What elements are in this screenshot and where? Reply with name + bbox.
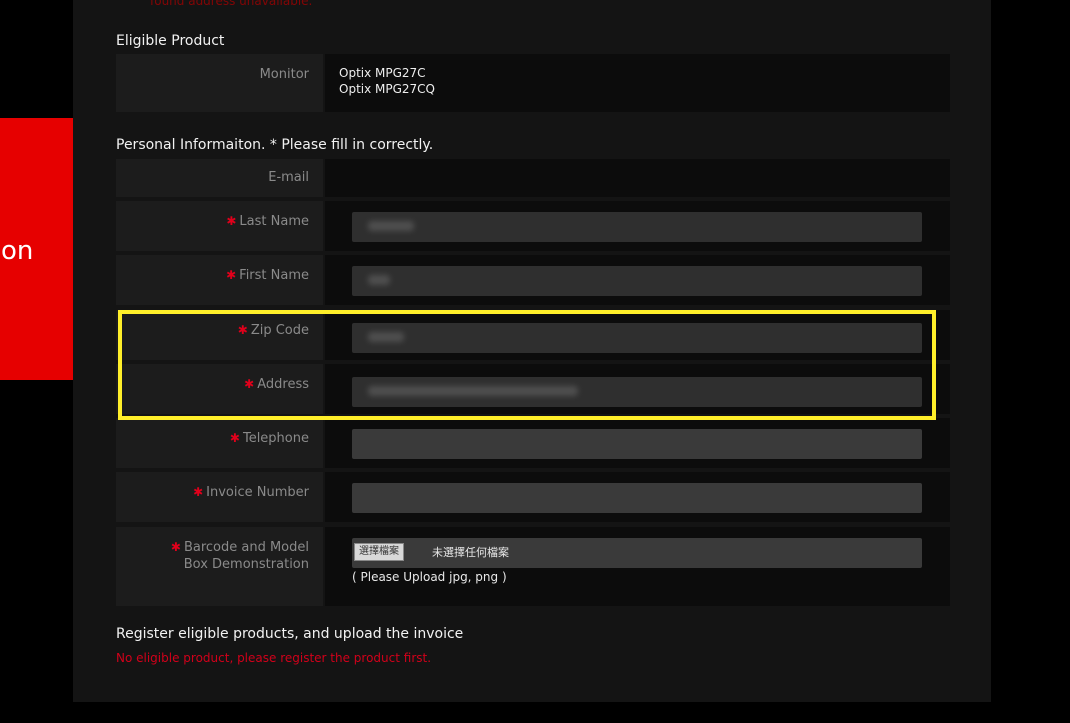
invoice-number-input[interactable] xyxy=(352,483,922,513)
first-name-row: ✱ First Name xyxy=(116,255,950,305)
eligible-product-row: Monitor Optix MPG27C Optix MPG27CQ xyxy=(116,54,950,112)
barcode-label-line2: Box Demonstration xyxy=(183,557,309,572)
choose-file-button[interactable]: 選擇檔案 xyxy=(354,543,404,561)
email-label-cell: E-mail xyxy=(116,159,323,197)
highlight-box xyxy=(118,310,936,420)
required-marker-icon: ✱ xyxy=(229,431,240,445)
upload-hint: ( Please Upload jpg, png ) xyxy=(352,570,507,584)
barcode-label-line1: Barcode and Model xyxy=(183,540,309,555)
red-overlay-panel: on xyxy=(0,118,73,380)
invoice-number-label-cell: ✱ Invoice Number xyxy=(116,472,323,522)
last-name-row: ✱ Last Name xyxy=(116,201,950,251)
product-item: Optix MPG27C xyxy=(339,66,426,80)
email-value-cell xyxy=(325,159,950,197)
required-marker-icon: ✱ xyxy=(226,214,237,228)
telephone-input[interactable] xyxy=(352,429,922,459)
first-name-label-cell: ✱ First Name xyxy=(116,255,323,305)
last-name-label-cell: ✱ Last Name xyxy=(116,201,323,251)
eligible-product-title: Eligible Product xyxy=(116,33,225,49)
register-section-title: Register eligible products, and upload t… xyxy=(116,626,464,642)
blurred-value xyxy=(368,221,414,231)
overlay-text: on xyxy=(1,236,34,266)
last-name-label: Last Name xyxy=(239,214,309,229)
monitor-label-cell: Monitor xyxy=(116,54,323,112)
file-status: 未選擇任何檔案 xyxy=(432,546,509,559)
monitor-value-cell: Optix MPG27C Optix MPG27CQ xyxy=(325,54,950,112)
first-name-label: First Name xyxy=(239,268,309,283)
top-warning: found address unavailable. xyxy=(150,0,313,8)
last-name-input[interactable] xyxy=(352,212,922,242)
barcode-file-input[interactable]: 選擇檔案 未選擇任何檔案 xyxy=(352,538,922,568)
required-marker-icon: ✱ xyxy=(193,485,204,499)
invoice-number-label: Invoice Number xyxy=(206,485,309,500)
first-name-input[interactable] xyxy=(352,266,922,296)
required-marker-icon: ✱ xyxy=(226,268,237,282)
telephone-label-cell: ✱ Telephone xyxy=(116,418,323,468)
invoice-number-row: ✱ Invoice Number xyxy=(116,472,950,522)
required-marker-icon: ✱ xyxy=(170,540,181,554)
telephone-row: ✱ Telephone xyxy=(116,418,950,468)
personal-info-title: Personal Informaiton. * Please fill in c… xyxy=(116,137,434,153)
barcode-row: ✱ Barcode and Model Box Demonstration 選擇檔… xyxy=(116,527,950,606)
product-item: Optix MPG27CQ xyxy=(339,82,435,96)
blurred-value xyxy=(368,275,390,285)
no-eligible-product-warning: No eligible product, please register the… xyxy=(116,651,432,665)
telephone-label: Telephone xyxy=(242,431,309,446)
email-row: E-mail xyxy=(116,159,950,197)
email-label: E-mail xyxy=(268,170,309,185)
monitor-label: Monitor xyxy=(259,67,309,82)
barcode-label-cell: ✱ Barcode and Model Box Demonstration xyxy=(116,527,323,606)
